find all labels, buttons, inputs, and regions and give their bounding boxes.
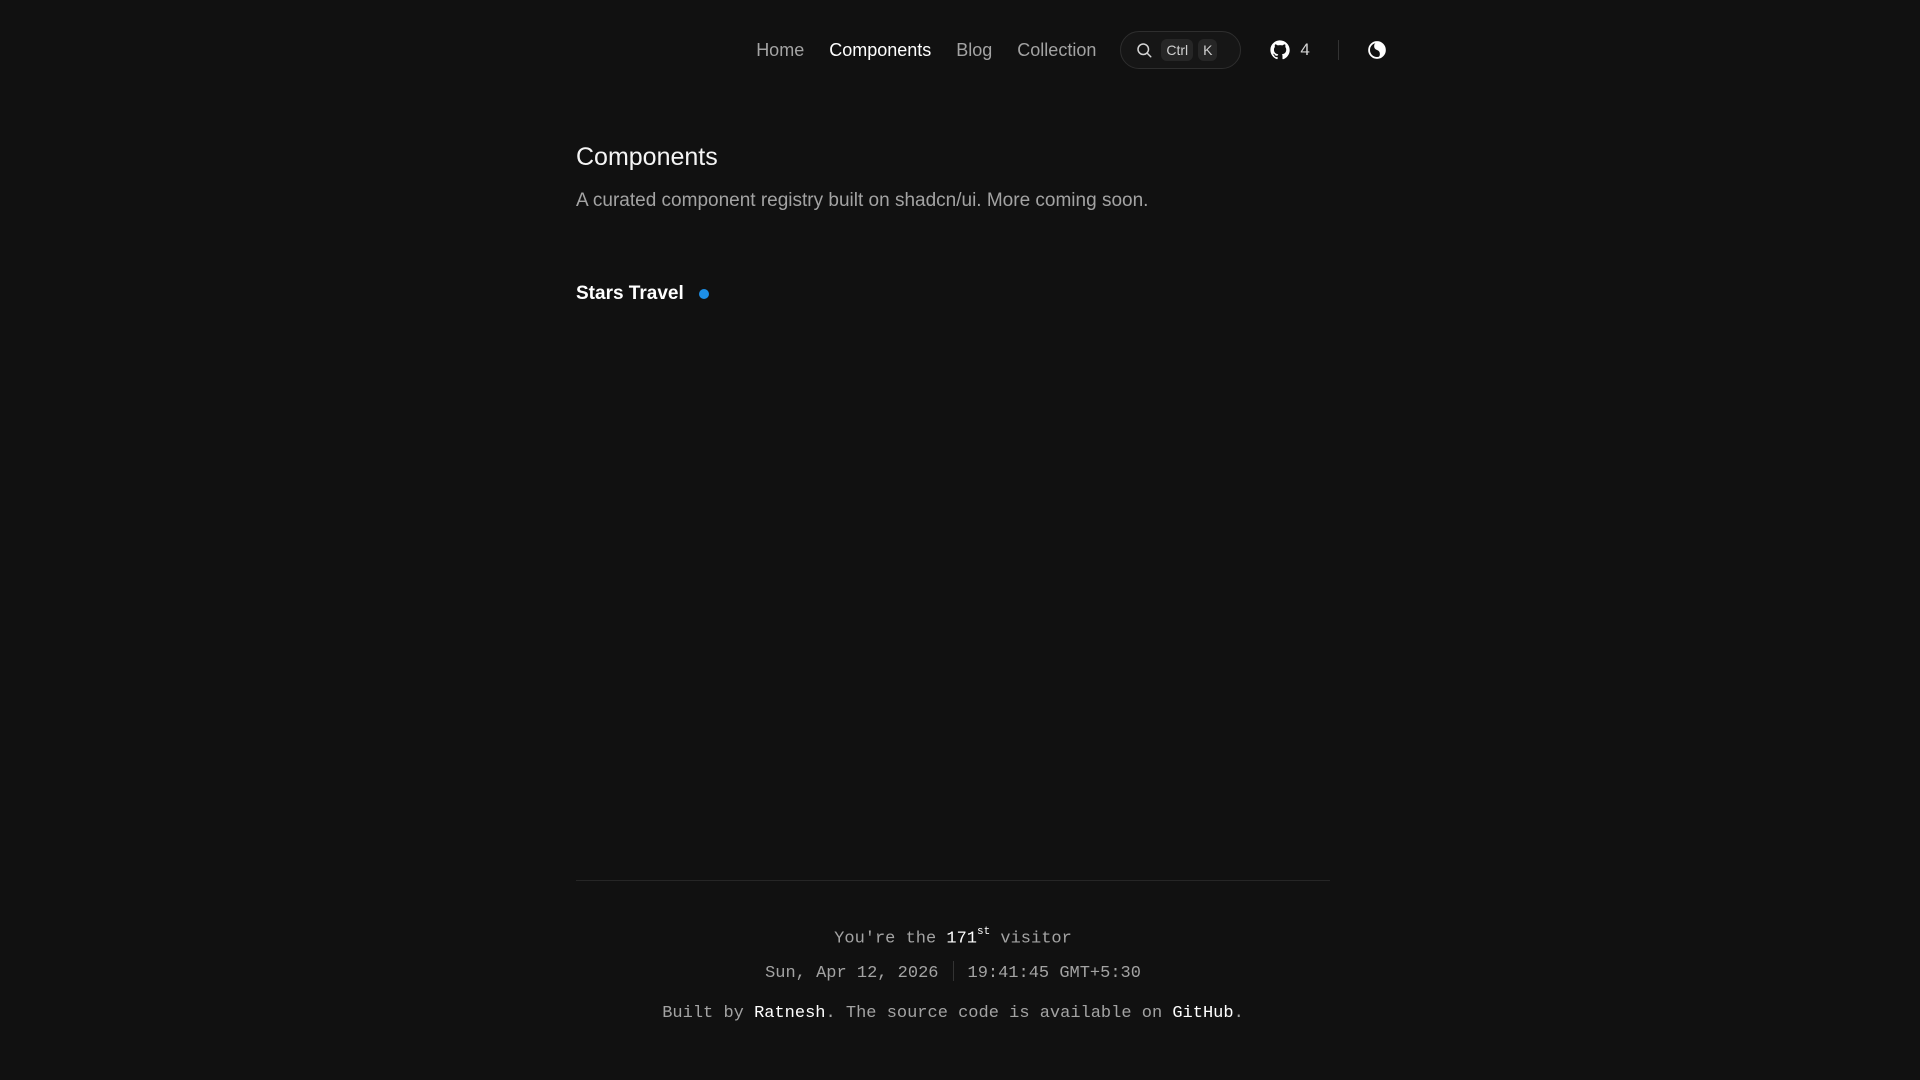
nav-link-blog[interactable]: Blog (956, 30, 992, 70)
credits-line: Built by Ratnesh. The source code is ava… (576, 1000, 1330, 1040)
built-prefix: Built by (662, 1004, 755, 1023)
author-link[interactable]: Ratnesh (754, 1004, 825, 1023)
kbd-k: K (1198, 39, 1218, 61)
github-repo-link[interactable]: GitHub (1172, 1004, 1233, 1023)
nav-link-home[interactable]: Home (756, 30, 804, 70)
github-icon (1269, 39, 1291, 61)
visitor-counter: You're the 171st visitor (576, 920, 1330, 960)
visitor-prefix: You're the (834, 929, 947, 949)
theme-toggle-icon (1367, 40, 1387, 60)
component-name: Stars Travel (576, 283, 684, 304)
built-suffix: . (1233, 1004, 1244, 1023)
kbd-ctrl: Ctrl (1161, 39, 1194, 61)
nav-divider (1337, 40, 1339, 60)
search-icon (1135, 41, 1153, 59)
theme-toggle-button[interactable] (1366, 39, 1388, 61)
nav-inner: Home Components Blog Collection Ctrl K 4 (756, 30, 1388, 70)
visitor-ordinal: st (977, 926, 991, 938)
page: Home Components Blog Collection Ctrl K 4… (0, 0, 1920, 1080)
visitor-suffix: visitor (990, 929, 1072, 949)
footer-date: Sun, Apr 12, 2026 (765, 964, 939, 983)
page-title: Components (576, 143, 718, 171)
nav-link-collection[interactable]: Collection (1017, 30, 1096, 70)
main-content: Components A curated component registry … (576, 140, 1330, 305)
datetime-line: Sun, Apr 12, 2026 19:41:45 GMT+5:30 (576, 960, 1330, 1000)
datetime-divider (952, 960, 954, 981)
footer-time: 19:41:45 GMT+5:30 (967, 964, 1141, 983)
github-star-count: 4 (1300, 40, 1310, 59)
component-item-stars-travel[interactable]: Stars Travel (576, 283, 1330, 305)
top-nav: Home Components Blog Collection Ctrl K 4 (0, 30, 1920, 70)
footer-divider (576, 880, 1330, 881)
footer: You're the 171st visitor Sun, Apr 12, 20… (576, 920, 1330, 1040)
page-description: A curated component registry built on sh… (576, 190, 1149, 211)
built-middle: . The source code is available on (825, 1004, 1173, 1023)
search-button[interactable]: Ctrl K (1120, 31, 1242, 69)
nav-link-components[interactable]: Components (829, 30, 931, 70)
status-dot (698, 289, 709, 299)
visitor-count: 171 (946, 929, 977, 949)
github-stars-link[interactable]: 4 (1269, 39, 1310, 61)
